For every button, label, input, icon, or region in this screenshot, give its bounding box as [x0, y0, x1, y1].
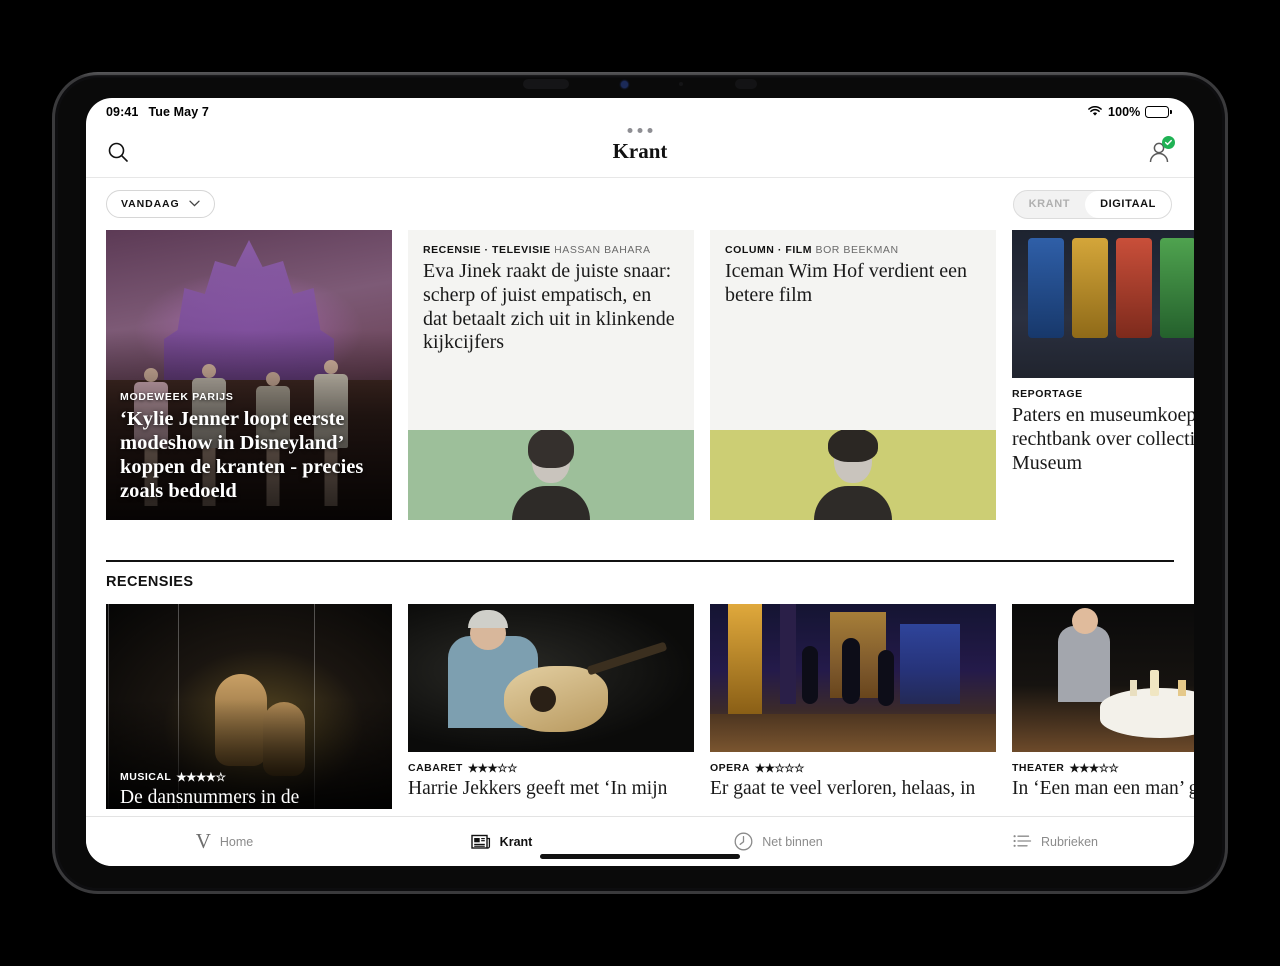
ambient-sensor-icon	[679, 82, 684, 86]
date-filter-label: VANDAAG	[121, 198, 180, 210]
edition-segmented-control[interactable]: KRANT DIGITAAL	[1012, 189, 1172, 219]
afrika-museum-textiles-photo	[1012, 230, 1194, 378]
hassan-bahara-portrait	[408, 430, 694, 520]
article-kicker: MODEWEEK PARIJS	[120, 391, 234, 404]
battery-percent-label: 100%	[1108, 105, 1141, 119]
review-card-theater[interactable]: THEATER ★★★☆☆ In ‘Een man een man’ g	[1012, 604, 1194, 809]
tablet-device-frame: 09:41 Tue May 7 100% Krant VANDAAG KRANT…	[52, 72, 1228, 894]
status-bar: 09:41 Tue May 7 100%	[86, 98, 1194, 126]
segment-krant[interactable]: KRANT	[1014, 191, 1085, 218]
card-text-block: RECENSIE · TELEVISIE HASSAN BAHARA Eva J…	[408, 230, 694, 430]
review-meta: MUSICAL ★★★★☆	[120, 770, 378, 784]
kicker-category: REPORTAGE	[1012, 388, 1083, 400]
segment-digitaal[interactable]: DIGITAAL	[1085, 190, 1171, 218]
kicker-byline: HASSAN BAHARA	[554, 244, 651, 256]
date-filter-chip[interactable]: VANDAAG	[106, 190, 215, 218]
kicker-byline: BOR BEEKMAN	[815, 244, 899, 256]
review-category: THEATER	[1012, 762, 1065, 774]
clock-icon	[734, 832, 753, 851]
app-nav-bar: Krant	[86, 126, 1194, 178]
review-grid: MUSICAL ★★★★☆ De dansnummers in de CABAR…	[106, 604, 1194, 809]
review-category: MUSICAL	[120, 770, 172, 783]
chevron-down-icon	[188, 198, 200, 210]
review-category: CABARET	[408, 762, 463, 774]
tab-label: Net binnen	[762, 834, 823, 849]
article-headline: Iceman Wim Hof verdient een betere film	[725, 260, 968, 306]
review-card-musical[interactable]: MUSICAL ★★★★☆ De dansnummers in de	[106, 604, 392, 809]
star-rating-icon: ★★★★☆	[176, 771, 226, 784]
tab-label: Home	[219, 834, 254, 849]
account-icon[interactable]	[1146, 135, 1175, 165]
status-bar-right: 100%	[1087, 105, 1172, 120]
multitask-handle[interactable]	[627, 128, 653, 133]
volkskrant-v-logo-icon: V	[195, 829, 211, 853]
search-icon[interactable]	[106, 140, 130, 164]
review-meta: THEATER ★★★☆☆	[1012, 761, 1194, 775]
review-headline: Er gaat te veel verloren, helaas, in	[710, 778, 976, 799]
star-rating-icon: ★★☆☆☆	[754, 763, 805, 775]
review-headline: Harrie Jekkers geeft met ‘In mijn	[408, 778, 668, 799]
article-headline: Paters en museumkoepel in rechtbank over…	[1012, 404, 1194, 474]
article-kicker: REPORTAGE	[1012, 388, 1194, 400]
page-title: Krant	[612, 139, 668, 163]
card-text-block: COLUMN · FILM BOR BEEKMAN Iceman Wim Hof…	[710, 230, 996, 430]
hero-text-block: MODEWEEK PARIJS ‘Kylie Jenner loopt eers…	[120, 391, 378, 504]
review-meta: OPERA ★★☆☆☆	[710, 761, 996, 775]
filter-bar: VANDAAG KRANT DIGITAAL	[86, 178, 1194, 230]
harrie-jekkers-guitar-photo	[408, 604, 694, 752]
status-time: 09:41	[106, 105, 139, 119]
theater-dinner-scene-photo	[1012, 604, 1194, 752]
article-card-hero[interactable]: MODEWEEK PARIJS ‘Kylie Jenner loopt eers…	[106, 230, 392, 520]
card-text-block: REPORTAGE Paters en museumkoepel in rech…	[1012, 378, 1194, 475]
check-badge-icon	[1162, 135, 1175, 149]
tab-label: Rubrieken	[1041, 834, 1098, 849]
card-text-block: MUSICAL ★★★★☆ De dansnummers in de	[120, 770, 378, 809]
article-headline: Eva Jinek raakt de juiste snaar: scherp …	[423, 260, 675, 354]
top-article-grid: MODEWEEK PARIJS ‘Kylie Jenner loopt eers…	[106, 230, 1194, 520]
tab-rubrieken[interactable]: Rubrieken	[917, 834, 1194, 850]
list-icon	[1013, 834, 1032, 850]
recensies-section: RECENSIES MUSICAL ★★★★☆ De dansnummers i…	[106, 560, 1194, 809]
tab-home[interactable]: V Home	[86, 831, 363, 852]
review-card-opera[interactable]: OPERA ★★☆☆☆ Er gaat te veel verloren, he…	[710, 604, 996, 809]
section-title: RECENSIES	[106, 574, 194, 590]
star-rating-icon: ★★★☆☆	[1069, 763, 1119, 775]
article-headline: ‘Kylie Jenner loopt eerste modeshow in D…	[120, 408, 364, 503]
status-date: Tue May 7	[148, 105, 209, 119]
article-feed[interactable]: MODEWEEK PARIJS ‘Kylie Jenner loopt eers…	[86, 230, 1194, 816]
speaker-grill	[523, 79, 569, 89]
article-card-column-film[interactable]: COLUMN · FILM BOR BEEKMAN Iceman Wim Hof…	[710, 230, 996, 520]
home-indicator[interactable]	[540, 854, 740, 859]
newspaper-icon	[470, 833, 491, 850]
article-kicker: RECENSIE · TELEVISIE HASSAN BAHARA	[423, 244, 679, 256]
tab-net-binnen[interactable]: Net binnen	[640, 832, 917, 851]
app-screen: 09:41 Tue May 7 100% Krant VANDAAG KRANT…	[86, 98, 1194, 866]
camera-sensor-cluster	[495, 78, 785, 90]
status-bar-left: 09:41 Tue May 7	[106, 105, 209, 119]
wifi-icon	[1087, 105, 1103, 120]
opera-stage-photo	[710, 604, 996, 752]
review-headline: In ‘Een man een man’ g	[1012, 778, 1194, 799]
article-card-recensie-televisie[interactable]: RECENSIE · TELEVISIE HASSAN BAHARA Eva J…	[408, 230, 694, 520]
review-meta: CABARET ★★★☆☆	[408, 761, 694, 775]
review-category: OPERA	[710, 762, 750, 774]
bor-beekman-portrait	[710, 430, 996, 520]
star-rating-icon: ★★★☆☆	[467, 763, 518, 775]
tab-label: Krant	[499, 834, 533, 849]
face-id-sensor-icon	[734, 79, 757, 89]
article-kicker: COLUMN · FILM BOR BEEKMAN	[725, 244, 981, 256]
review-headline: De dansnummers in de	[120, 786, 300, 808]
front-camera-lens-icon	[620, 80, 628, 88]
tab-krant[interactable]: Krant	[363, 833, 640, 850]
review-card-cabaret[interactable]: CABARET ★★★☆☆ Harrie Jekkers geeft met ‘…	[408, 604, 694, 809]
kicker-category: RECENSIE · TELEVISIE	[423, 244, 551, 256]
kicker-category: COLUMN · FILM	[725, 244, 813, 256]
article-card-reportage[interactable]: REPORTAGE Paters en museumkoepel in rech…	[1012, 230, 1194, 520]
battery-icon	[1145, 106, 1172, 118]
